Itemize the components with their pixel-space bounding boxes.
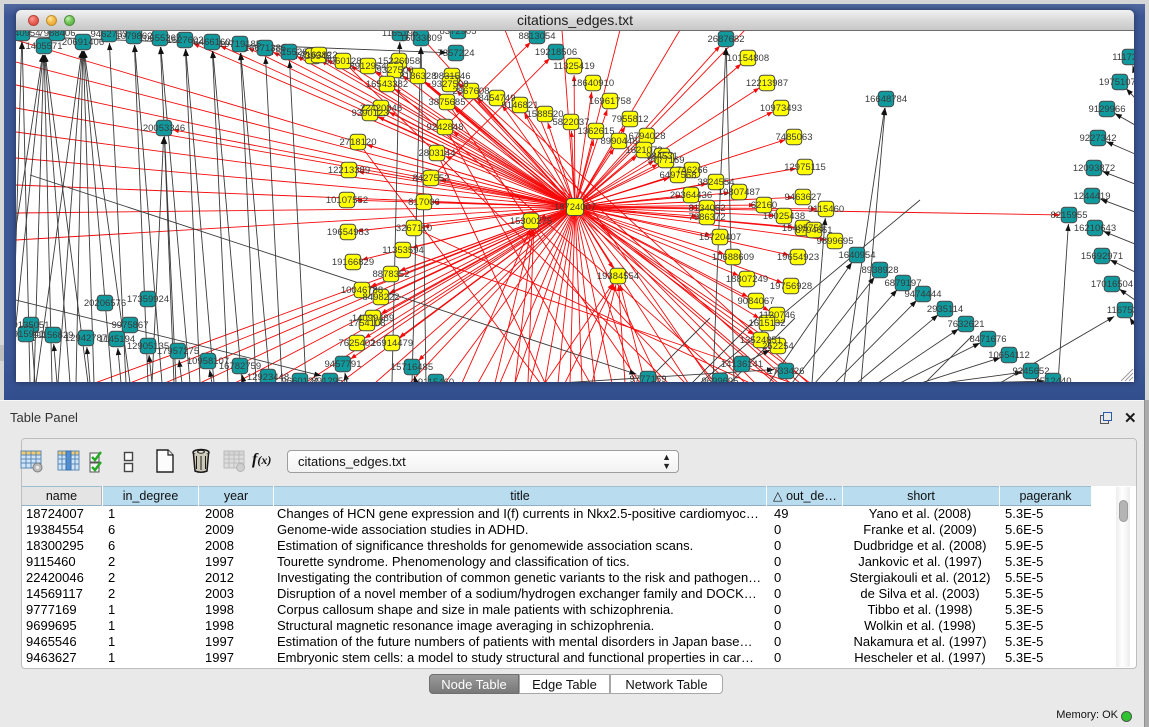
svg-text:11353594: 11353594 xyxy=(382,245,424,256)
svg-text:17016504: 17016504 xyxy=(1091,279,1133,290)
svg-text:15720407: 15720407 xyxy=(699,232,741,243)
svg-text:62160: 62160 xyxy=(751,200,777,211)
svg-text:16961758: 16961758 xyxy=(589,96,631,107)
svg-text:9512440: 9512440 xyxy=(1035,376,1072,382)
svg-text:6794028: 6794028 xyxy=(629,131,666,142)
svg-text:12213987: 12213987 xyxy=(746,78,788,89)
svg-text:16648784: 16648784 xyxy=(865,94,907,105)
svg-text:8813054: 8813054 xyxy=(519,31,556,42)
svg-text:3875685: 3875685 xyxy=(429,97,466,108)
svg-text:1640954: 1640954 xyxy=(16,31,40,39)
svg-text:7986372: 7986372 xyxy=(689,212,726,223)
svg-text:19218506: 19218506 xyxy=(535,47,577,58)
svg-text:16914479: 16914479 xyxy=(371,338,413,349)
svg-text:9227342: 9227342 xyxy=(1080,133,1117,144)
svg-text:16782759: 16782759 xyxy=(219,361,261,372)
svg-text:18724007: 18724007 xyxy=(554,202,596,213)
svg-text:14136141: 14136141 xyxy=(721,359,763,370)
svg-text:2935114: 2935114 xyxy=(927,304,963,315)
svg-text:9129966: 9129966 xyxy=(1089,104,1126,115)
svg-text:1640954: 1640954 xyxy=(839,250,876,261)
svg-text:817006: 817006 xyxy=(408,197,440,208)
svg-text:12093872: 12093872 xyxy=(1073,163,1115,174)
svg-text:1405571: 1405571 xyxy=(26,41,63,52)
svg-text:19751074: 19751074 xyxy=(1099,77,1134,88)
svg-text:9115460: 9115460 xyxy=(808,204,844,215)
svg-text:11325419: 11325419 xyxy=(553,61,595,72)
svg-text:9390123: 9390123 xyxy=(352,108,389,119)
svg-text:10688609: 10688609 xyxy=(712,252,754,263)
svg-text:8471676: 8471676 xyxy=(970,334,1007,345)
svg-text:1754108: 1754108 xyxy=(349,318,386,329)
svg-text:8427552: 8427552 xyxy=(413,173,450,184)
svg-text:1615132: 1615132 xyxy=(749,318,786,329)
svg-text:19654983: 19654983 xyxy=(327,227,369,238)
svg-text:1167533: 1167533 xyxy=(1107,305,1134,316)
svg-text:17359924: 17359924 xyxy=(127,294,169,305)
svg-text:3267110: 3267110 xyxy=(396,223,432,234)
svg-text:18807249: 18807249 xyxy=(726,274,768,285)
svg-text:9463627: 9463627 xyxy=(785,192,822,203)
svg-text:8498222: 8498222 xyxy=(363,292,400,303)
svg-text:9777169: 9777169 xyxy=(630,374,667,382)
svg-text:9242848: 9242848 xyxy=(427,122,464,133)
svg-text:8878352: 8878352 xyxy=(373,269,410,280)
svg-text:19166829: 19166829 xyxy=(332,257,374,268)
svg-text:8215955: 8215955 xyxy=(1051,210,1088,221)
svg-text:10807487: 10807487 xyxy=(718,187,760,198)
svg-text:20053346: 20053346 xyxy=(143,123,185,134)
svg-text:7357224: 7357224 xyxy=(438,48,475,59)
svg-text:19756928: 19756928 xyxy=(770,281,812,292)
svg-text:1733426: 1733426 xyxy=(768,366,805,377)
svg-text:20206576: 20206576 xyxy=(84,298,126,309)
svg-text:2803144: 2803144 xyxy=(419,148,456,159)
svg-text:1244419: 1244419 xyxy=(1074,191,1111,202)
svg-text:9699695: 9699695 xyxy=(702,376,739,382)
svg-text:7955812: 7955812 xyxy=(612,114,649,125)
svg-text:7485063: 7485063 xyxy=(776,132,813,143)
svg-text:10107552: 10107552 xyxy=(326,195,368,206)
svg-text:9899695: 9899695 xyxy=(817,236,854,247)
svg-text:9474444: 9474444 xyxy=(905,289,942,300)
svg-text:6497568: 6497568 xyxy=(660,170,697,181)
svg-text:10025438: 10025438 xyxy=(763,211,805,222)
svg-text:10654112: 10654112 xyxy=(988,350,1030,361)
svg-text:16033809: 16033809 xyxy=(400,33,442,44)
svg-text:15300275: 15300275 xyxy=(510,216,552,227)
svg-text:9115460: 9115460 xyxy=(418,377,454,382)
svg-text:19384554: 19384554 xyxy=(597,271,639,282)
svg-text:8794661: 8794661 xyxy=(796,225,833,236)
svg-text:6879197: 6879197 xyxy=(885,278,922,289)
svg-text:8372905: 8372905 xyxy=(440,31,477,37)
svg-text:2687682: 2687682 xyxy=(708,34,745,45)
svg-text:9457791: 9457791 xyxy=(325,359,362,370)
svg-text:1117333: 1117333 xyxy=(1112,52,1134,63)
svg-text:18640910: 18640910 xyxy=(572,78,614,89)
svg-text:10154808: 10154808 xyxy=(727,53,769,64)
svg-text:8912954: 8912954 xyxy=(312,376,349,382)
svg-text:16210643: 16210643 xyxy=(1074,223,1116,234)
svg-text:20364436: 20364436 xyxy=(670,190,712,201)
svg-text:7632621: 7632621 xyxy=(948,319,985,330)
svg-text:2718120: 2718120 xyxy=(340,137,377,148)
svg-text:16543382: 16543382 xyxy=(366,79,408,90)
svg-text:12213389: 12213389 xyxy=(328,165,370,176)
svg-text:8938928: 8938928 xyxy=(862,265,899,276)
svg-text:19654923: 19654923 xyxy=(777,252,819,263)
svg-text:12975115: 12975115 xyxy=(784,162,826,173)
svg-text:9084067: 9084067 xyxy=(738,296,775,307)
svg-text:10973493: 10973493 xyxy=(760,103,802,114)
svg-text:252254: 252254 xyxy=(762,341,794,352)
svg-text:15716485: 15716485 xyxy=(391,362,433,373)
svg-text:9975867: 9975867 xyxy=(112,320,149,331)
svg-text:15692971: 15692971 xyxy=(1081,251,1123,262)
